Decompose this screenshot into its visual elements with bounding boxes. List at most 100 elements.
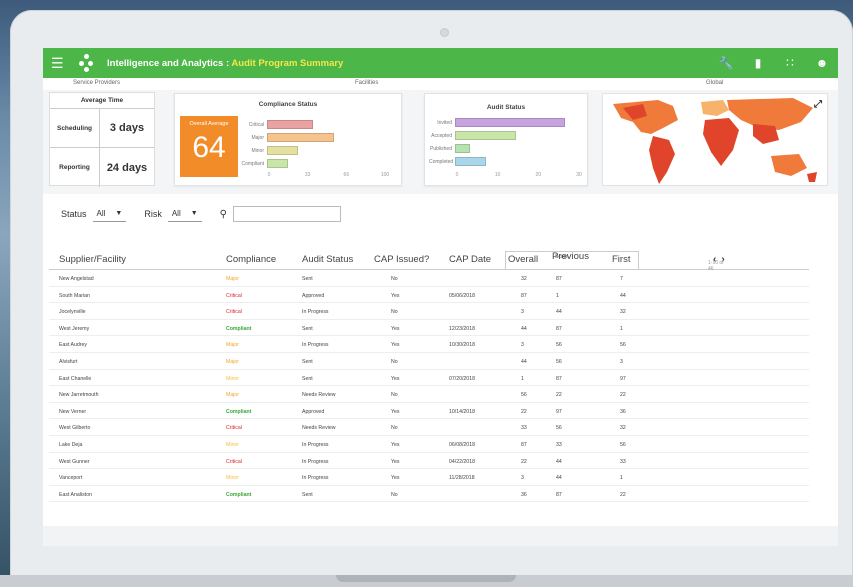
service-providers-table: Average Time Scheduling 3 days Reporting… xyxy=(49,92,155,187)
audit-table: Score Supplier/Facility Compliance Audit… xyxy=(49,248,809,503)
audit-status-card[interactable]: Audit Status Invited Accepted Published Com… xyxy=(424,93,588,186)
table-row[interactable]: West Jeremy Compliant Sent Yes 12/23/2018 44 8… xyxy=(49,320,809,337)
col-cap-date[interactable]: CAP Date xyxy=(449,254,491,265)
wrench-icon[interactable]: 🔧 xyxy=(718,56,734,70)
table-row[interactable]: Lake Deja Minor In Progress Yes 06/08/2018 87… xyxy=(49,436,809,453)
bar[interactable] xyxy=(267,120,314,129)
col-audit-status[interactable]: Audit Status xyxy=(302,254,353,265)
cell-previous: 33 xyxy=(556,441,562,448)
risk-select[interactable]: All ▼ xyxy=(167,206,202,222)
logo-icon[interactable] xyxy=(77,54,95,72)
col-first[interactable]: First xyxy=(612,254,630,265)
x-tick-label: 20 xyxy=(535,172,542,178)
scheduling-label: Scheduling xyxy=(50,109,100,147)
table-row[interactable]: East Analiston Compliant Sent No 36 87 22 xyxy=(49,486,809,503)
table-row[interactable]: New Verner Compliant Approved Yes 10/14/2018… xyxy=(49,403,809,420)
reporting-value: 24 days xyxy=(106,161,148,174)
cell-audit-status: In Progress xyxy=(302,458,329,465)
hamburger-menu-icon[interactable]: ☰ xyxy=(51,55,71,72)
col-overall[interactable]: Overall xyxy=(508,254,538,265)
cell-compliance: Critical xyxy=(226,292,242,299)
risk-label: Risk xyxy=(144,209,162,219)
bar[interactable] xyxy=(455,144,470,153)
cell-audit-status: Sent xyxy=(302,375,313,382)
book-icon[interactable]: ▮ xyxy=(750,56,766,70)
table-row[interactable]: West Gunner Critical In Progress Yes 04/22/2… xyxy=(49,453,809,470)
search-icon[interactable]: ⚲ xyxy=(220,209,227,220)
cell-compliance: Minor xyxy=(226,441,239,448)
user-icon[interactable]: ☻ xyxy=(814,56,830,70)
x-tick-label: 33 xyxy=(304,172,311,178)
col-previous[interactable]: Previous xyxy=(552,251,589,262)
cell-first: 33 xyxy=(620,458,626,465)
x-tick-label: 30 xyxy=(576,172,582,178)
cell-first: 44 xyxy=(620,292,626,299)
status-select[interactable]: All ▼ xyxy=(92,206,127,222)
cell-compliance: Critical xyxy=(226,309,242,316)
cell-previous: 87 xyxy=(556,375,562,382)
cell-previous: 56 xyxy=(556,425,562,432)
cell-first: 22 xyxy=(620,491,626,498)
cell-overall: 22 xyxy=(521,458,527,465)
search-input[interactable] xyxy=(233,206,341,222)
col-supplier-facility[interactable]: Supplier/Facility xyxy=(59,254,126,265)
cell-overall: 87 xyxy=(521,292,527,299)
cell-overall: 22 xyxy=(521,408,527,415)
filter-row: Status All ▼ Risk All ▼ ⚲ xyxy=(61,206,341,222)
table-row[interactable]: East Chanelle Minor Sent Yes 07/20/2018 1 87 97 xyxy=(49,370,809,387)
bar-row: Critical xyxy=(229,118,334,131)
bar-row: Major xyxy=(229,131,335,144)
world-map xyxy=(613,98,817,184)
table-row[interactable]: Jocelynville Critical In Progress No 3 44 32 xyxy=(49,303,809,320)
cell-compliance: Compliant xyxy=(226,408,252,415)
cell-compliance: Minor xyxy=(226,475,239,482)
cell-compliance: Major xyxy=(226,392,239,399)
cell-cap-issued: No xyxy=(391,491,398,498)
table-row[interactable]: New Jarretmouth Major Needs Review No 56 22 22 xyxy=(49,386,809,403)
col-compliance[interactable]: Compliance xyxy=(226,254,276,265)
cell-previous: 44 xyxy=(556,309,562,316)
reporting-label: Reporting xyxy=(50,148,100,187)
bar[interactable] xyxy=(455,157,486,166)
bar[interactable] xyxy=(267,159,288,168)
expand-icon[interactable]: ⤢ xyxy=(814,99,822,110)
cell-audit-status: In Progress xyxy=(302,309,329,316)
cell-overall: 3 xyxy=(521,475,524,482)
bar[interactable] xyxy=(267,133,335,142)
cell-first: 36 xyxy=(620,408,626,415)
cell-cap-date: 06/08/2018 xyxy=(449,441,475,448)
section-facilities: Facilities xyxy=(355,80,379,86)
cell-supplier: West Gilberto xyxy=(59,425,91,432)
table-row[interactable]: Alvisfurt Major Sent No 44 56 3 xyxy=(49,353,809,370)
cell-supplier: Vanceport xyxy=(59,475,83,482)
bar[interactable] xyxy=(267,146,299,155)
cell-overall: 3 xyxy=(521,342,524,349)
bar[interactable] xyxy=(455,131,516,140)
cell-overall: 33 xyxy=(521,425,527,432)
table-body: New Angelstad Major Sent No 32 87 7 South Maria… xyxy=(49,270,809,503)
risk-value: All xyxy=(171,209,181,218)
x-tick-label: 0 xyxy=(267,172,271,178)
cell-overall: 56 xyxy=(521,392,527,399)
cell-cap-issued: No xyxy=(391,358,398,365)
apps-grid-icon[interactable]: ∷ xyxy=(782,56,798,70)
col-cap-issued[interactable]: CAP Issued? xyxy=(374,254,429,265)
cell-supplier: West Jeremy xyxy=(59,325,90,332)
bar[interactable] xyxy=(455,118,565,127)
cell-compliance: Critical xyxy=(226,425,242,432)
cell-audit-status: In Progress xyxy=(302,475,329,482)
table-row[interactable]: East Audrey Major In Progress Yes 10/30/2018… xyxy=(49,336,809,353)
table-row[interactable]: South Marian Critical Approved Yes 05/06/201… xyxy=(49,287,809,304)
table-row[interactable]: West Gilberto Critical Needs Review No 33 56 3… xyxy=(49,419,809,436)
bar-row: Accepted xyxy=(429,129,565,142)
cell-audit-status: Sent xyxy=(302,491,313,498)
table-row[interactable]: Vanceport Minor In Progress Yes 11/28/2018 3 4… xyxy=(49,469,809,486)
laptop-notch xyxy=(336,575,516,582)
cell-audit-status: Needs Review xyxy=(302,392,336,399)
global-map[interactable]: ⤢ xyxy=(602,93,828,186)
cell-previous: 56 xyxy=(556,358,562,365)
table-row[interactable]: New Angelstad Major Sent No 32 87 7 xyxy=(49,270,809,287)
compliance-status-card[interactable]: Compliance Status Overall Average 64 Cri… xyxy=(174,93,402,186)
cell-first: 56 xyxy=(620,342,626,349)
cell-cap-issued: Yes xyxy=(391,292,400,299)
